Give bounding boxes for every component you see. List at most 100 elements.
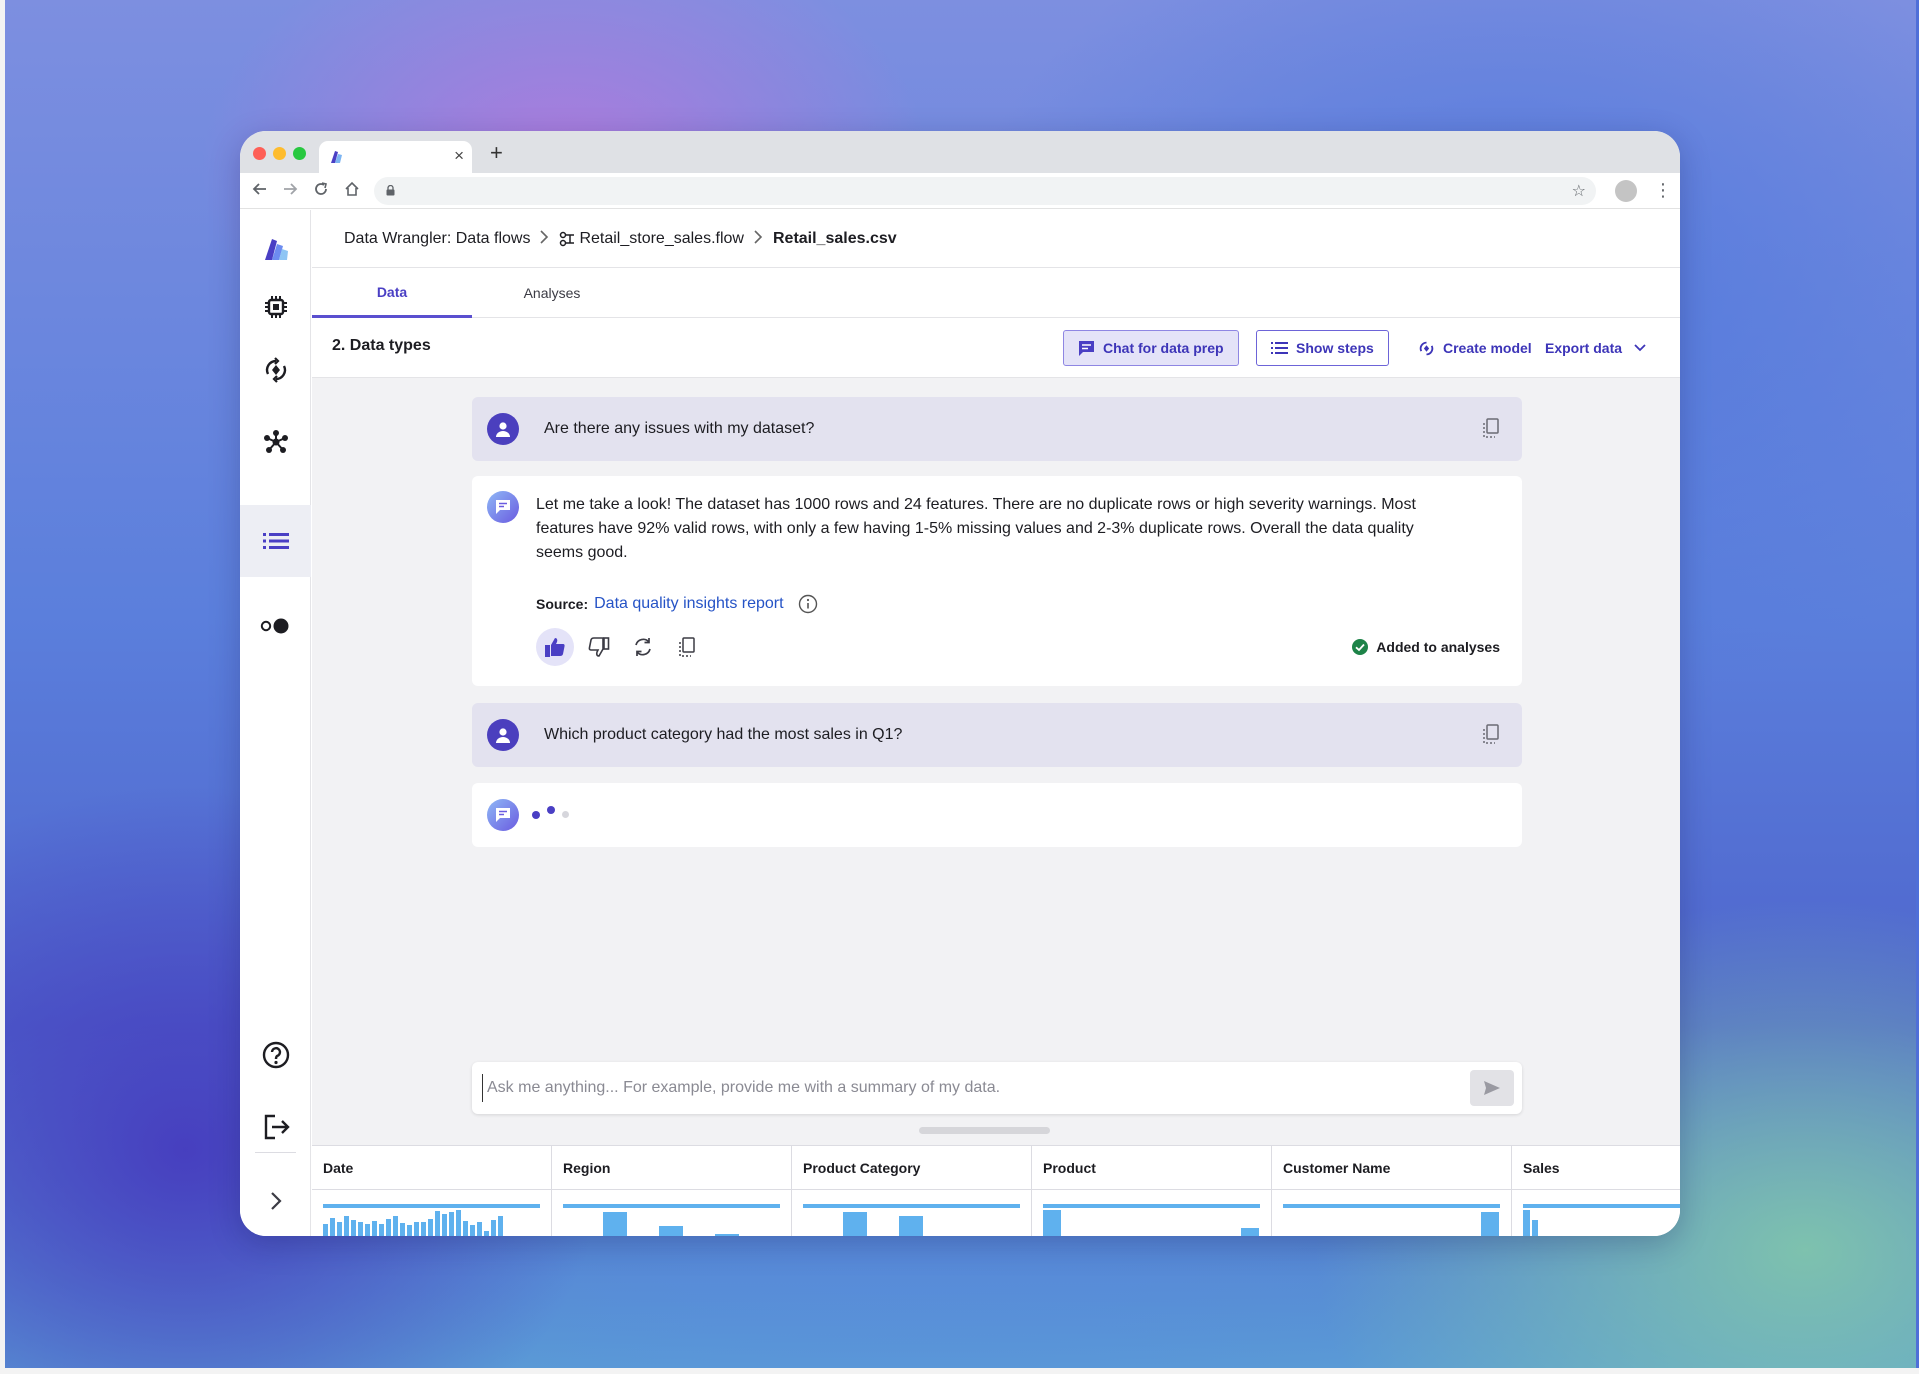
show-steps-button[interactable]: Show steps bbox=[1256, 330, 1389, 366]
user-message-text: Which product category had the most sale… bbox=[544, 726, 903, 743]
app-favicon-icon bbox=[331, 151, 342, 163]
rail-help[interactable] bbox=[240, 1024, 311, 1086]
bookmark-star-icon[interactable]: ☆ bbox=[1572, 181, 1586, 201]
browser-window: × + ☆ ⋮ Data Wrangler: Data flows Retail… bbox=[240, 131, 1680, 1236]
send-button[interactable] bbox=[1470, 1070, 1514, 1106]
assistant-line: features have 92% valid rows, with only … bbox=[536, 520, 1414, 537]
valid-bar bbox=[323, 1204, 540, 1208]
reload-icon[interactable] bbox=[313, 181, 329, 201]
chat-input[interactable] bbox=[482, 1074, 1442, 1102]
new-tab-button[interactable]: + bbox=[490, 142, 503, 164]
thumbs-up-button[interactable] bbox=[536, 628, 574, 666]
column-sales[interactable]: Sales bbox=[1512, 1146, 1680, 1236]
regenerate-button[interactable] bbox=[624, 628, 662, 666]
chat-bubble-icon bbox=[496, 500, 510, 514]
create-model-button[interactable]: Create model bbox=[1412, 330, 1538, 366]
thumbs-down-button[interactable] bbox=[580, 628, 618, 666]
breadcrumb-flow[interactable]: Retail_store_sales.flow bbox=[579, 230, 744, 248]
user-message: Which product category had the most sale… bbox=[472, 703, 1522, 767]
send-icon bbox=[1484, 1081, 1500, 1095]
forward-arrow-icon[interactable] bbox=[282, 181, 298, 201]
home-icon[interactable] bbox=[344, 181, 360, 201]
copy-icon[interactable] bbox=[1482, 418, 1500, 438]
breadcrumb-root[interactable]: Data Wrangler: Data flows bbox=[344, 230, 530, 248]
rail-divider bbox=[255, 1152, 296, 1153]
rail-expand[interactable] bbox=[240, 1170, 311, 1232]
valid-bar bbox=[1043, 1204, 1260, 1208]
rail-pipelines[interactable] bbox=[240, 411, 311, 473]
chat-for-data-prep-button[interactable]: Chat for data prep bbox=[1063, 330, 1239, 366]
column-customer-name[interactable]: Customer Name bbox=[1272, 1146, 1512, 1236]
valid-bar bbox=[1283, 1204, 1500, 1208]
chip-icon bbox=[264, 296, 287, 318]
maximize-window-button[interactable] bbox=[293, 147, 306, 160]
histogram bbox=[1043, 1210, 1259, 1236]
profile-avatar[interactable] bbox=[1615, 180, 1637, 202]
nodes-icon bbox=[263, 430, 288, 453]
column-header[interactable]: Sales bbox=[1512, 1146, 1680, 1190]
app-logo-icon bbox=[264, 239, 288, 260]
panel-resize-handle[interactable] bbox=[919, 1127, 1050, 1134]
column-product[interactable]: Product bbox=[1032, 1146, 1272, 1236]
copy-icon bbox=[679, 637, 695, 657]
check-circle-icon bbox=[1352, 639, 1369, 655]
thumbs-up-icon bbox=[545, 638, 565, 657]
copy-response-button[interactable] bbox=[668, 628, 706, 666]
user-message-text: Are there any issues with my dataset? bbox=[544, 420, 815, 437]
added-to-analyses-label: Added to analyses bbox=[1376, 639, 1500, 655]
column-header[interactable]: Region bbox=[552, 1146, 791, 1190]
copy-icon[interactable] bbox=[1482, 724, 1500, 744]
chat-composer bbox=[472, 1062, 1522, 1114]
assistant-message: Let me take a look! The dataset has 1000… bbox=[472, 476, 1522, 686]
close-window-button[interactable] bbox=[253, 147, 266, 160]
chat-icon bbox=[1079, 340, 1094, 356]
rail-sign-out[interactable] bbox=[240, 1096, 311, 1158]
list-icon bbox=[1271, 342, 1288, 354]
browser-menu-icon[interactable]: ⋮ bbox=[1654, 179, 1672, 201]
assistant-avatar bbox=[487, 799, 519, 831]
rail-toggle-view[interactable] bbox=[240, 595, 311, 657]
show-steps-label: Show steps bbox=[1296, 340, 1374, 356]
column-header[interactable]: Product Category bbox=[792, 1146, 1031, 1190]
rail-compute[interactable] bbox=[240, 276, 311, 338]
app: Data Wrangler: Data flows Retail_store_s… bbox=[240, 210, 1680, 1236]
sign-out-icon bbox=[264, 1114, 290, 1140]
tab-close-icon[interactable]: × bbox=[454, 147, 464, 165]
info-icon[interactable] bbox=[798, 594, 818, 614]
browser-tab[interactable]: × bbox=[319, 141, 472, 173]
user-avatar bbox=[487, 413, 519, 445]
chevron-down-icon bbox=[1634, 344, 1646, 352]
column-product-category[interactable]: Product Category bbox=[792, 1146, 1032, 1236]
tab-analyses[interactable]: Analyses bbox=[472, 268, 632, 318]
frame-edge-bottom bbox=[0, 1368, 1919, 1374]
frame-edge bbox=[0, 0, 5, 1374]
rail-data-wrangler[interactable] bbox=[240, 505, 311, 577]
model-cycle-icon bbox=[265, 357, 286, 383]
rail-models[interactable] bbox=[240, 339, 311, 401]
column-date[interactable]: Date bbox=[312, 1146, 552, 1236]
app-logo[interactable] bbox=[240, 217, 311, 279]
back-arrow-icon[interactable] bbox=[252, 181, 268, 201]
column-header[interactable]: Date bbox=[312, 1146, 551, 1190]
tab-data[interactable]: Data bbox=[312, 268, 472, 318]
lock-icon bbox=[386, 185, 395, 196]
histogram bbox=[603, 1212, 739, 1236]
assistant-line: Let me take a look! The dataset has 1000… bbox=[536, 496, 1416, 513]
address-bar[interactable]: ☆ bbox=[374, 177, 1596, 205]
export-data-dropdown[interactable]: Export data bbox=[1539, 330, 1652, 366]
create-model-label: Create model bbox=[1443, 340, 1532, 356]
help-icon bbox=[262, 1041, 289, 1069]
typing-dot bbox=[562, 811, 569, 818]
column-region[interactable]: Region bbox=[552, 1146, 792, 1236]
column-header[interactable]: Customer Name bbox=[1272, 1146, 1511, 1190]
column-header[interactable]: Product bbox=[1032, 1146, 1271, 1190]
browser-toolbar: ☆ ⋮ bbox=[240, 173, 1680, 209]
source-link[interactable]: Data quality insights report bbox=[594, 595, 783, 613]
valid-bar bbox=[1523, 1204, 1680, 1208]
model-cycle-icon bbox=[1419, 341, 1434, 355]
user-message: Are there any issues with my dataset? bbox=[472, 397, 1522, 461]
minimize-window-button[interactable] bbox=[273, 147, 286, 160]
valid-bar bbox=[563, 1204, 780, 1208]
chevron-right-icon bbox=[754, 229, 763, 248]
typing-dot bbox=[532, 811, 540, 819]
